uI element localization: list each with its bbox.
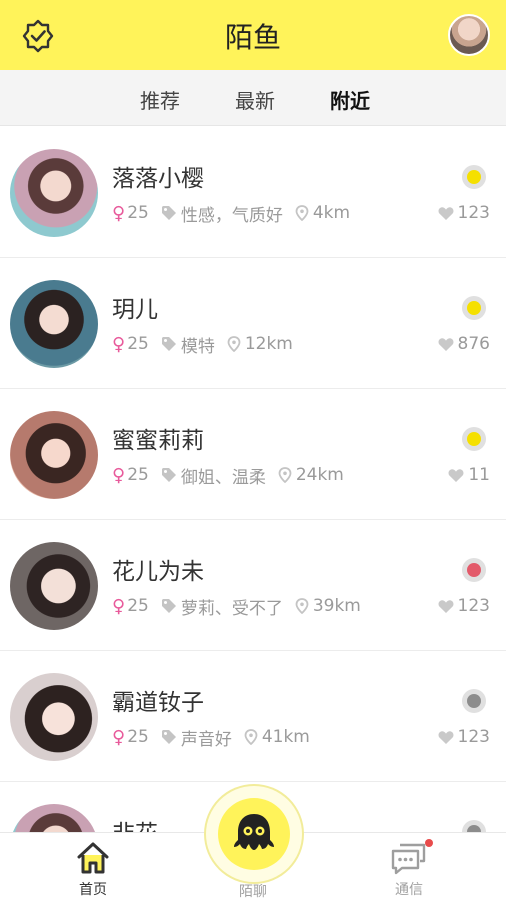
likes-count[interactable]: 876	[438, 334, 490, 354]
nav-messages[interactable]: 通信	[374, 841, 444, 899]
user-distance: 4km	[312, 203, 351, 223]
user-age: 25	[127, 334, 149, 354]
app-header: 陌鱼	[0, 0, 506, 70]
user-name: 玥儿	[112, 297, 158, 323]
user-age: 25	[127, 465, 149, 485]
female-icon: ♀	[112, 726, 126, 748]
user-list-item[interactable]: 玥儿 ♀ 25 模特 12km 876	[0, 258, 506, 389]
tag-icon	[161, 206, 176, 220]
user-age: 25	[127, 203, 149, 223]
likes-value: 123	[457, 203, 490, 223]
online-status-indicator	[462, 427, 486, 451]
avatar[interactable]	[10, 542, 98, 630]
likes-value: 11	[468, 465, 490, 485]
female-icon: ♀	[112, 202, 126, 224]
nav-chat-label: 陌聊	[239, 884, 267, 900]
message-icon	[391, 843, 426, 875]
online-status-indicator	[462, 689, 486, 713]
tag-icon	[161, 599, 176, 613]
online-status-indicator	[462, 820, 486, 832]
user-list-item[interactable]: 蜜蜜莉莉 ♀ 25 御姐、温柔 24km 11	[0, 389, 506, 520]
tag-icon	[161, 730, 176, 744]
random-chat-button[interactable]	[206, 786, 302, 882]
location-pin-icon	[295, 598, 309, 614]
heart-icon	[438, 206, 454, 220]
random-chat-button-inner	[218, 798, 290, 870]
app-title: 陌鱼	[224, 21, 281, 54]
user-meta: ♀ 25 模特 12km	[112, 333, 293, 357]
likes-value: 876	[457, 334, 490, 354]
user-name: 花儿为未	[112, 559, 204, 585]
female-icon: ♀	[112, 333, 126, 355]
octopus-icon	[234, 814, 274, 850]
likes-count[interactable]: 123	[438, 727, 490, 747]
location-pin-icon	[295, 205, 309, 221]
user-meta: ♀ 25 声音好 41km	[112, 726, 310, 750]
user-meta: ♀ 25 御姐、温柔 24km	[112, 464, 344, 488]
user-meta: ♀ 25 性感，气质好 4km	[112, 202, 351, 226]
location-pin-icon	[227, 336, 241, 352]
avatar[interactable]	[10, 149, 98, 237]
likes-count[interactable]: 11	[448, 465, 490, 485]
user-meta: ♀ 25 萝莉、受不了 39km	[112, 595, 361, 619]
tab-bar: 推荐 最新 附近	[0, 70, 506, 126]
user-age: 25	[127, 596, 149, 616]
avatar[interactable]	[10, 804, 98, 832]
tag-icon	[161, 468, 176, 482]
user-name: 非花	[112, 814, 158, 832]
tag-icon	[161, 337, 176, 351]
user-tags: 模特	[180, 336, 215, 357]
female-icon: ♀	[112, 595, 126, 617]
avatar[interactable]	[10, 673, 98, 761]
online-status-indicator	[462, 558, 486, 582]
user-distance: 41km	[261, 727, 310, 747]
likes-count[interactable]: 123	[438, 596, 490, 616]
user-avatar[interactable]	[448, 14, 490, 56]
user-distance: 24km	[295, 465, 344, 485]
online-status-indicator	[462, 296, 486, 320]
tab-recommend[interactable]: 推荐	[140, 85, 180, 114]
avatar[interactable]	[10, 411, 98, 499]
nav-home[interactable]: 首页	[58, 841, 128, 899]
location-pin-icon	[244, 729, 258, 745]
heart-icon	[438, 730, 454, 744]
user-distance: 39km	[312, 596, 361, 616]
user-tags: 御姐、温柔	[180, 467, 266, 488]
user-name: 霸道钕子	[112, 690, 204, 716]
user-distance: 12km	[244, 334, 293, 354]
tab-latest[interactable]: 最新	[235, 85, 275, 114]
likes-count[interactable]: 123	[438, 203, 490, 223]
user-list-item[interactable]: 落落小樱 ♀ 25 性感，气质好 4km 123	[0, 127, 506, 258]
likes-value: 123	[457, 596, 490, 616]
user-list-item[interactable]: 霸道钕子 ♀ 25 声音好 41km 123	[0, 651, 506, 782]
notification-badge	[425, 839, 433, 847]
female-icon: ♀	[112, 464, 126, 486]
user-list: 落落小樱 ♀ 25 性感，气质好 4km 123 玥儿 ♀ 25 模特 12km	[0, 127, 506, 832]
avatar[interactable]	[10, 280, 98, 368]
location-pin-icon	[278, 467, 292, 483]
likes-value: 123	[457, 727, 490, 747]
heart-icon	[448, 468, 464, 482]
user-tags: 声音好	[180, 729, 232, 750]
tab-nearby[interactable]: 附近	[330, 85, 370, 114]
user-name: 蜜蜜莉莉	[112, 428, 204, 454]
heart-icon	[438, 599, 454, 613]
nav-messages-label: 通信	[395, 882, 423, 898]
user-list-item[interactable]: 花儿为未 ♀ 25 萝莉、受不了 39km 123	[0, 520, 506, 651]
heart-icon	[438, 337, 454, 351]
nav-home-label: 首页	[79, 882, 107, 898]
user-name: 落落小樱	[112, 166, 204, 192]
user-tags: 性感，气质好	[180, 205, 283, 226]
online-status-indicator	[462, 165, 486, 189]
user-tags: 萝莉、受不了	[180, 598, 283, 619]
home-icon	[77, 842, 109, 874]
user-age: 25	[127, 727, 149, 747]
